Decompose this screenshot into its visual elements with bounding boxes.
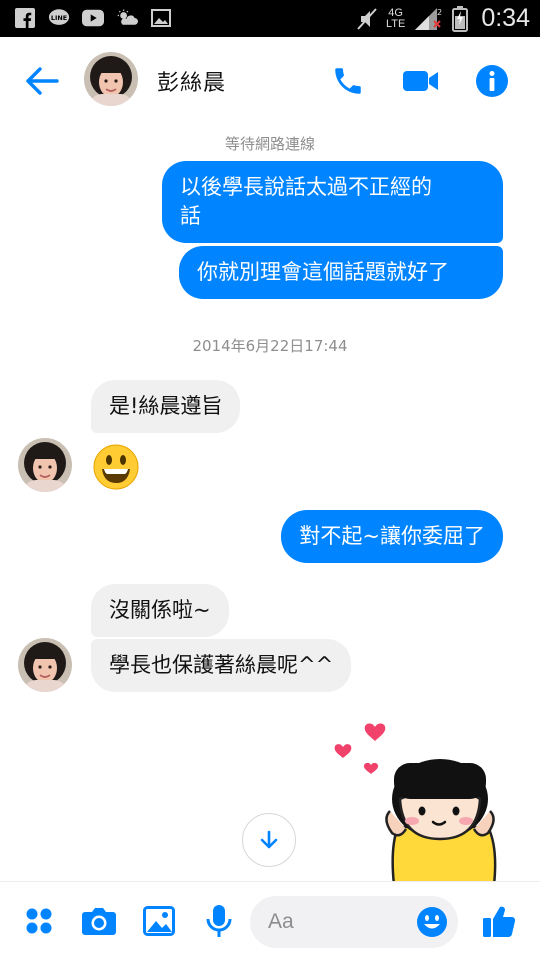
- connection-status: 等待網路連線: [224, 135, 315, 153]
- image-icon: [143, 906, 175, 936]
- network-type: 4G LTE: [385, 7, 406, 30]
- gallery-icon: [150, 8, 172, 28]
- back-arrow-icon: [26, 67, 59, 95]
- weather-icon: [116, 8, 138, 28]
- youtube-icon: [82, 8, 104, 28]
- clock: 0:34: [481, 4, 530, 32]
- mute-icon: [356, 7, 378, 30]
- like-button[interactable]: [478, 900, 520, 942]
- avatar-photo: [84, 52, 138, 106]
- conversation-header: 彭絲晨: [0, 37, 540, 123]
- video-camera-icon: [403, 71, 438, 91]
- info-icon: [476, 65, 508, 97]
- microphone-icon: [206, 905, 232, 937]
- voice-call-button[interactable]: [328, 61, 368, 101]
- notification-icons: LINE: [14, 8, 172, 28]
- signal-icon: 2: [413, 7, 443, 30]
- avatar-photo: [18, 638, 72, 692]
- line-icon: LINE: [48, 8, 70, 28]
- more-apps-button[interactable]: [18, 900, 60, 942]
- info-button[interactable]: [472, 61, 512, 101]
- voice-message-button[interactable]: [198, 900, 240, 942]
- sticker-girl-hearts[interactable]: [330, 715, 500, 885]
- grinning-emoji-icon[interactable]: [92, 443, 140, 491]
- message-bubble-outgoing[interactable]: 以後學長說話太過不正經的 話: [162, 161, 503, 243]
- message-bubble-outgoing[interactable]: 對不起~讓你委屈了: [281, 510, 503, 563]
- camera-button[interactable]: [78, 900, 120, 942]
- thumbs-up-icon: [483, 906, 516, 937]
- emoji-button[interactable]: [412, 902, 452, 942]
- status-bar: LINE 4G LTE 2 0:34: [0, 0, 540, 37]
- gallery-button[interactable]: [138, 900, 180, 942]
- back-button[interactable]: [22, 61, 62, 101]
- contact-name[interactable]: 彭絲晨: [157, 65, 226, 97]
- network-sub-label: LTE: [385, 17, 406, 30]
- system-indicators: 4G LTE 2 0:34: [356, 4, 530, 33]
- arrow-down-icon: [260, 830, 278, 849]
- sim-badge: 2: [437, 8, 442, 17]
- message-bubble-incoming[interactable]: 學長也保護著絲晨呢^^: [91, 639, 352, 692]
- emoji-icon: [417, 907, 447, 937]
- contact-avatar[interactable]: [84, 52, 138, 106]
- message-timestamp: 2014年6月22日17:44: [192, 337, 348, 355]
- message-composer: [0, 881, 540, 960]
- camera-icon: [82, 908, 116, 935]
- message-bubble-outgoing[interactable]: 你就別理會這個話題就好了: [179, 246, 503, 299]
- battery-icon: [451, 5, 469, 32]
- message-bubble-incoming[interactable]: 沒關係啦~: [91, 584, 229, 637]
- message-bubble-incoming[interactable]: 是!絲晨遵旨: [91, 380, 241, 433]
- scroll-to-bottom-button[interactable]: [242, 813, 296, 867]
- facebook-icon: [14, 8, 36, 28]
- phone-icon: [335, 68, 361, 94]
- svg-text:LINE: LINE: [51, 14, 67, 22]
- more-apps-icon: [26, 908, 52, 934]
- sender-avatar[interactable]: [18, 638, 72, 692]
- avatar-photo: [18, 438, 72, 492]
- sender-avatar[interactable]: [18, 438, 72, 492]
- video-call-button[interactable]: [401, 61, 441, 101]
